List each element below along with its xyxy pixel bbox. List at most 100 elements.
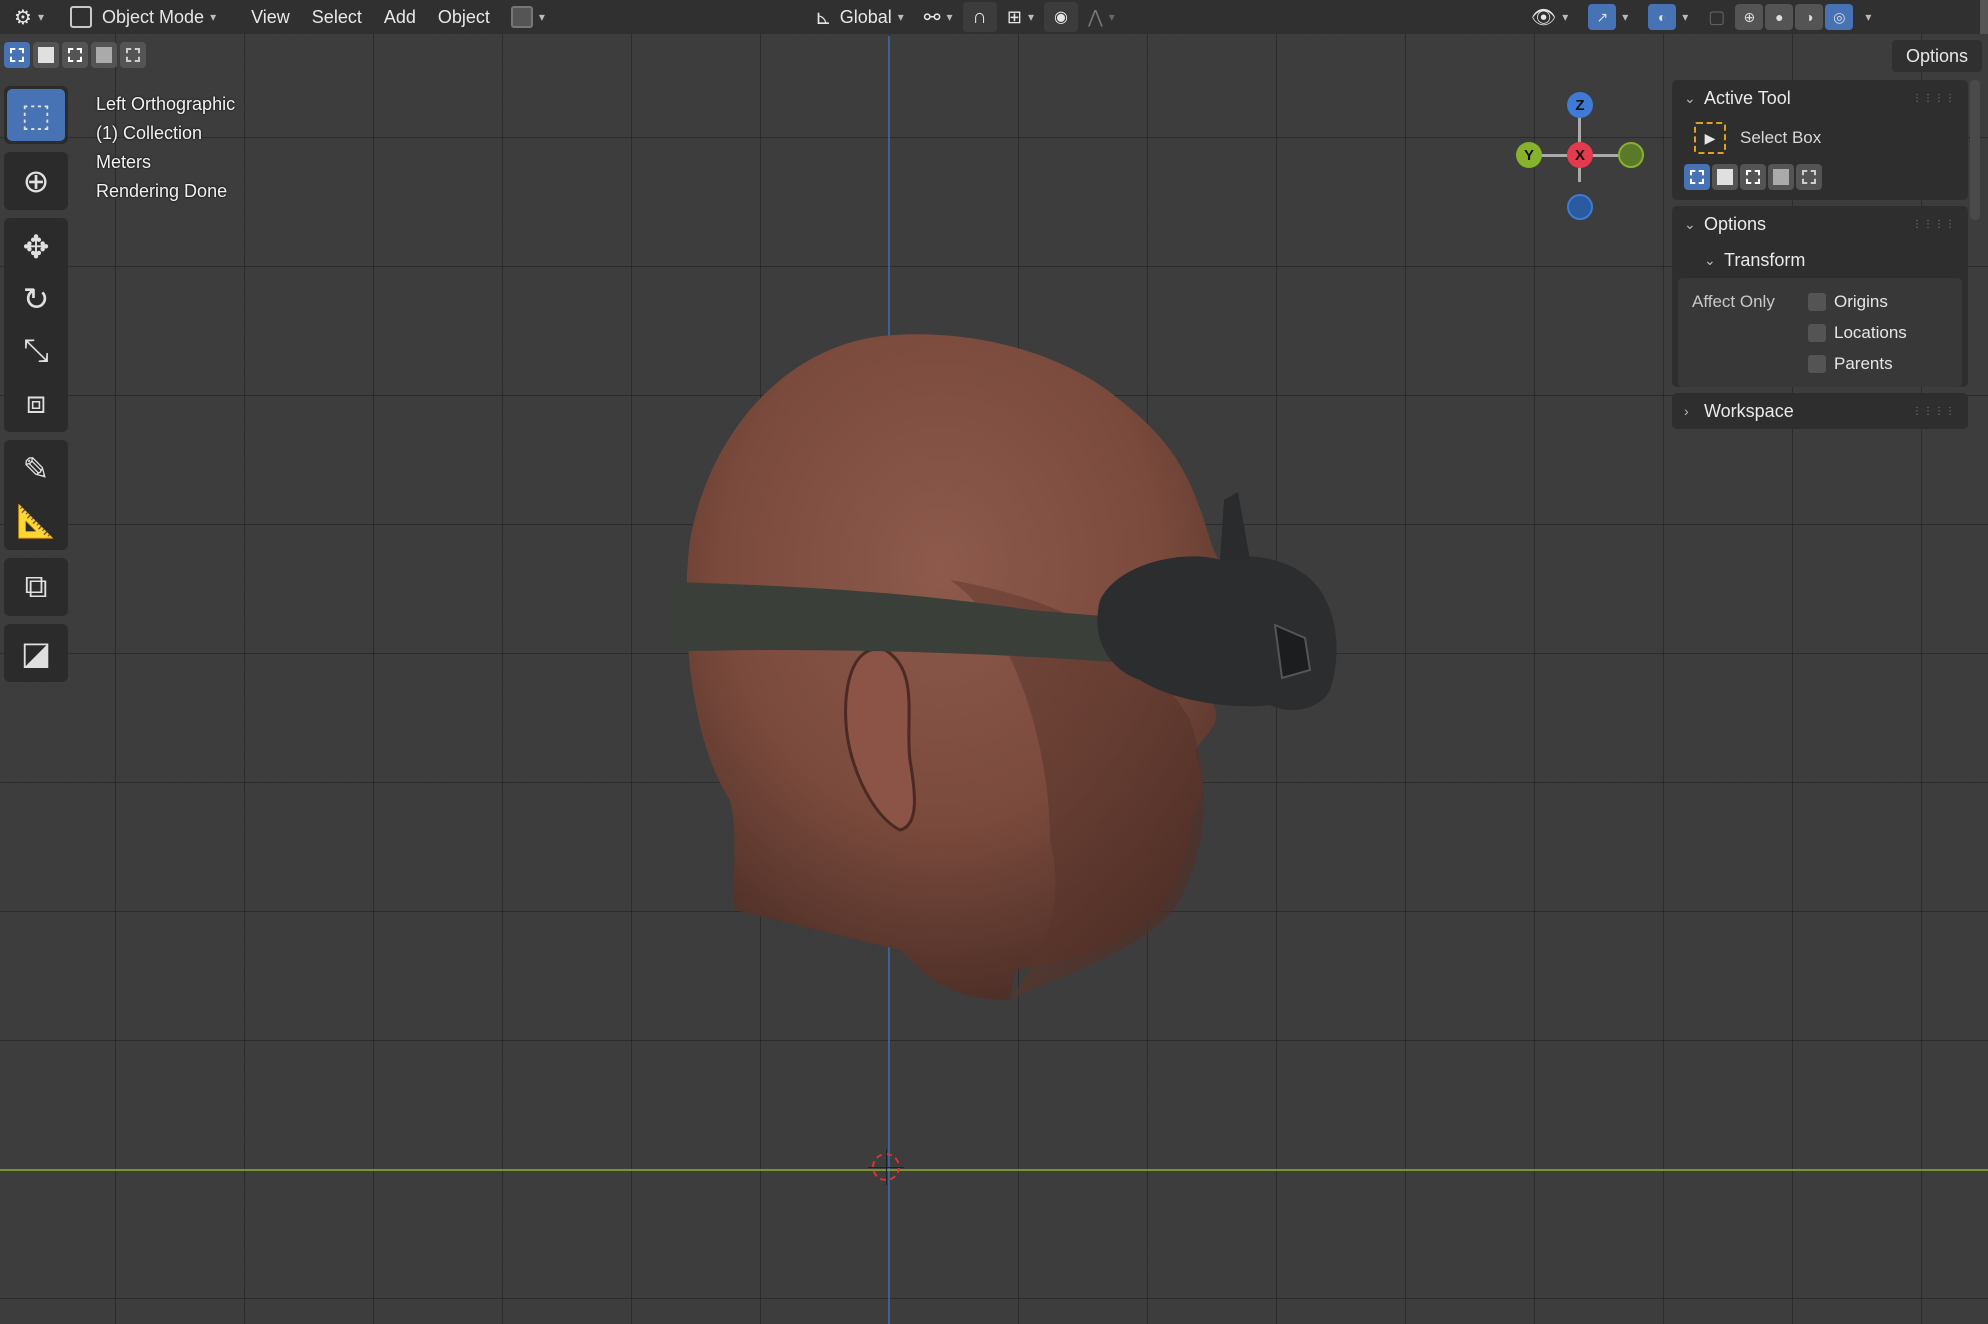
shading-mode-group: ⊕ ● ◑ ◎ — [1735, 4, 1854, 30]
overlays-icon: ◐ — [1648, 4, 1677, 30]
drag-grip-icon[interactable]: ⋮⋮⋮⋮ — [1912, 406, 1956, 417]
sidebar-panel: ⌄ Active Tool ⋮⋮⋮⋮ ▶ Select Box ⌄ Option… — [1672, 80, 1968, 435]
snap-target-button[interactable]: ⊞ ▾ — [997, 2, 1044, 32]
menu-select[interactable]: Select — [301, 2, 373, 32]
gizmo-z-axis[interactable]: Z — [1567, 92, 1593, 118]
select-new-icon[interactable] — [4, 42, 30, 68]
drag-grip-icon[interactable]: ⋮⋮⋮⋮ — [1912, 219, 1956, 230]
gizmo-icon: ↗ — [1588, 4, 1617, 30]
sidebar-edge[interactable] — [1980, 0, 1988, 34]
select-extend-icon[interactable] — [33, 42, 59, 68]
affect-only-label: Affect Only — [1692, 291, 1775, 311]
proportional-edit-icon: ◉ — [1054, 9, 1069, 26]
cursor-icon[interactable]: ⊕ — [7, 155, 65, 207]
falloff-button[interactable]: ⋀ ▾ — [1078, 2, 1125, 32]
workspace-header[interactable]: › Workspace ⋮⋮⋮⋮ — [1672, 393, 1968, 429]
chevron-down-icon: ▾ — [897, 10, 904, 24]
menu-object[interactable]: Object — [427, 2, 501, 32]
units-label: Meters — [96, 152, 152, 172]
parents-checkbox[interactable] — [1808, 354, 1826, 373]
orientation-label: Global — [839, 6, 892, 27]
view-name: Left Orthographic — [96, 94, 236, 114]
mode-subtract-icon[interactable] — [1740, 164, 1766, 190]
tool-shelf: ⬚ ⊕ ✥ ↻ ⤡ ⧈ ✎ 📐 ⧉ ◪ — [4, 86, 68, 690]
orientation-icon: ⊾ — [814, 6, 832, 29]
gizmo-x-axis[interactable]: X — [1567, 142, 1593, 168]
chevron-down-icon: ⌄ — [1704, 251, 1716, 268]
chevron-down-icon: ▾ — [210, 10, 217, 24]
origins-checkbox[interactable] — [1808, 292, 1826, 311]
scale-icon[interactable]: ⤡ — [7, 325, 65, 377]
falloff-icon: ⋀ — [1088, 6, 1103, 27]
solid-shading-icon[interactable]: ● — [1765, 4, 1794, 30]
select-intersect-icon[interactable] — [120, 42, 146, 68]
mode-extend-icon[interactable] — [1712, 164, 1738, 190]
active-tool-panel: ⌄ Active Tool ⋮⋮⋮⋮ ▶ Select Box — [1672, 80, 1968, 200]
active-tool-header[interactable]: ⌄ Active Tool ⋮⋮⋮⋮ — [1672, 80, 1968, 116]
pivot-point-button[interactable]: ⚯ ▾ — [914, 2, 963, 32]
mode-invert-icon[interactable] — [1768, 164, 1794, 190]
select-mode-button[interactable]: ▾ — [501, 2, 555, 32]
selection-mode-buttons — [4, 42, 146, 68]
gizmo-toggle[interactable]: ↗ ▾ — [1578, 2, 1638, 32]
gizmo-neg-z-axis[interactable] — [1567, 194, 1593, 220]
rendered-shading-icon[interactable]: ◎ — [1825, 4, 1854, 30]
mode-dropdown[interactable]: Object Mode ▾ — [60, 2, 226, 32]
editor-type-button[interactable]: ⚙ ▾ — [8, 2, 54, 32]
xray-toggle[interactable]: ▢ — [1698, 2, 1735, 32]
y-axis-line — [0, 1169, 1988, 1171]
active-tool-title: Active Tool — [1704, 87, 1791, 108]
select-mode-icon — [510, 6, 533, 28]
snap-toggle[interactable]: ∩ — [962, 2, 997, 32]
add-cube-icon[interactable]: ⧉ — [7, 561, 65, 613]
3d-cursor[interactable] — [868, 1149, 904, 1185]
origins-label: Origins — [1834, 291, 1888, 311]
options-panel: ⌄ Options ⋮⋮⋮⋮ ⌄ Transform Affect Only O… — [1672, 206, 1968, 387]
options-title: Options — [1704, 213, 1767, 234]
parents-label: Parents — [1834, 353, 1893, 373]
shading-options-button[interactable]: ▾ — [1853, 2, 1877, 32]
active-tool-row[interactable]: ▶ Select Box — [1672, 116, 1968, 160]
xray-icon: ▢ — [1708, 6, 1726, 27]
wireframe-shading-icon[interactable]: ⊕ — [1735, 4, 1764, 30]
visibility-button[interactable]: 👁 ▾ — [1521, 2, 1578, 32]
options-header[interactable]: ⌄ Options ⋮⋮⋮⋮ — [1672, 206, 1968, 242]
chevron-down-icon: ⌄ — [1684, 215, 1696, 232]
select-invert-icon[interactable] — [91, 42, 117, 68]
rotate-icon[interactable]: ↻ — [7, 273, 65, 325]
editor-type-icon: ⚙ — [14, 6, 32, 29]
object-mode-icon — [70, 6, 92, 28]
mode-intersect-icon[interactable] — [1796, 164, 1822, 190]
drag-grip-icon[interactable]: ⋮⋮⋮⋮ — [1912, 93, 1956, 104]
select-subtract-icon[interactable] — [62, 42, 88, 68]
menu-view[interactable]: View — [240, 2, 301, 32]
gizmo-y-axis[interactable]: Y — [1516, 142, 1542, 168]
transform-subheader[interactable]: ⌄ Transform — [1672, 242, 1968, 278]
mode-new-icon[interactable] — [1684, 164, 1710, 190]
overlays-toggle[interactable]: ◐ ▾ — [1638, 2, 1698, 32]
select-box-icon[interactable]: ⬚ — [7, 89, 65, 141]
transform-title: Transform — [1724, 249, 1806, 270]
select-box-tool-icon: ▶ — [1694, 122, 1726, 154]
chevron-right-icon: › — [1684, 403, 1689, 419]
options-button[interactable]: Options — [1891, 40, 1982, 72]
snap-increment-icon: ⊞ — [1006, 6, 1023, 27]
affect-only-group: Affect Only Origins Locations Parents — [1678, 278, 1962, 387]
transform-orientation-dropdown[interactable]: ⊾ Global ▾ — [805, 2, 914, 32]
workspace-panel: › Workspace ⋮⋮⋮⋮ — [1672, 393, 1968, 429]
head-model[interactable] — [650, 320, 1350, 1010]
tool-mode-buttons — [1672, 160, 1968, 200]
locations-checkbox[interactable] — [1808, 323, 1826, 342]
sidebar-scrollbar[interactable] — [1970, 80, 1980, 220]
pad-icon[interactable]: ◪ — [7, 627, 65, 679]
move-icon[interactable]: ✥ — [7, 221, 65, 273]
navigation-gizmo[interactable]: Z Y X — [1510, 90, 1650, 220]
mode-label: Object Mode — [102, 6, 205, 27]
annotate-icon[interactable]: ✎ — [7, 443, 65, 495]
gizmo-neg-y-axis[interactable] — [1618, 142, 1644, 168]
material-preview-icon[interactable]: ◑ — [1795, 4, 1824, 30]
measure-icon[interactable]: 📐 — [7, 495, 65, 547]
proportional-edit-toggle[interactable]: ◉ — [1044, 2, 1079, 32]
transform-icon[interactable]: ⧈ — [7, 377, 65, 429]
menu-add[interactable]: Add — [373, 2, 427, 32]
